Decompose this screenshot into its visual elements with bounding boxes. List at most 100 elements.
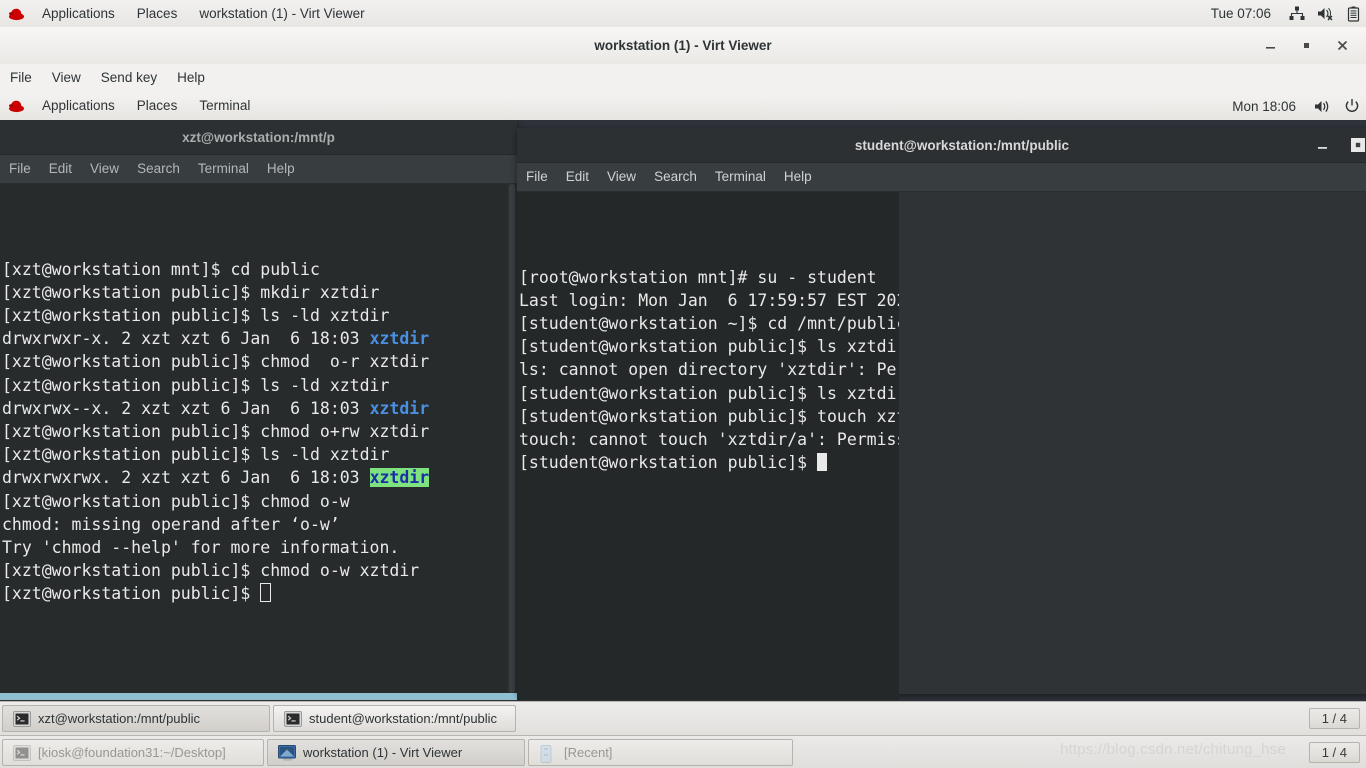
terminal-line: touch: cannot touch 'xztdir/a': Permissi… xyxy=(519,428,899,451)
guest-clock[interactable]: Mon 18:06 xyxy=(1220,99,1308,114)
taskbar-item[interactable]: student@workstation:/mnt/public xyxy=(273,705,516,732)
directory-name-highlighted: xztdir xyxy=(369,468,430,488)
term-left-menu-terminal[interactable]: Terminal xyxy=(189,155,258,183)
terminal-text: chmod: missing operand after ‘o-w’ xyxy=(2,514,340,534)
term-left-menu-view[interactable]: View xyxy=(81,155,128,183)
term-right-menu-view[interactable]: View xyxy=(598,163,645,191)
terminal-right-output[interactable]: [root@workstation mnt]# su - student Last… xyxy=(517,192,899,700)
terminal-line: [root@workstation mnt]# su - student xyxy=(519,266,899,289)
term-left-menu-help[interactable]: Help xyxy=(258,155,304,183)
guest-applications-menu[interactable]: Applications xyxy=(31,92,126,120)
term-right-menu-edit[interactable]: Edit xyxy=(557,163,598,191)
terminal-left-accent-bar xyxy=(0,693,517,700)
terminal-line: [xzt@workstation public]$ ls -ld xztdir xyxy=(2,374,517,397)
scrollbar-thumb[interactable] xyxy=(509,184,515,693)
volume-muted-icon[interactable] xyxy=(1311,6,1341,21)
term-right-menu-search[interactable]: Search xyxy=(645,163,706,191)
terminal-line: Try 'chmod --help' for more information. xyxy=(2,536,517,559)
terminal-right-titlebar[interactable]: student@workstation:/mnt/public xyxy=(517,128,1366,163)
term-right-menu-terminal[interactable]: Terminal xyxy=(706,163,775,191)
terminal-line: Last login: Mon Jan 6 17:59:57 EST 2020 … xyxy=(519,289,899,312)
terminal-line: [xzt@workstation public]$ xyxy=(2,582,517,605)
workspace-switcher[interactable]: 1 / 4 xyxy=(1308,742,1360,763)
terminal-text: [student@workstation public]$ ls xztdir xyxy=(519,383,899,403)
terminal-line: drwxrwxrwx. 2 xzt xzt 6 Jan 6 18:03 xztd… xyxy=(2,466,517,489)
terminal-line: [student@workstation public]$ ls xztdir xyxy=(519,335,899,358)
files-icon xyxy=(539,744,557,763)
host-window-title[interactable]: workstation (1) - Virt Viewer xyxy=(188,0,375,27)
taskbar-item[interactable]: xzt@workstation:/mnt/public xyxy=(2,705,270,732)
terminal-text: [xzt@workstation public]$ chmod o-w xztd… xyxy=(2,561,420,581)
terminal-text: [xzt@workstation public]$ xyxy=(2,584,261,604)
term-left-menu-search[interactable]: Search xyxy=(128,155,189,183)
minimize-icon[interactable] xyxy=(1262,38,1278,54)
taskbar-item-label: workstation (1) - Virt Viewer xyxy=(303,745,463,760)
vv-menu-help[interactable]: Help xyxy=(167,64,215,92)
term-right-menu-file[interactable]: File xyxy=(517,163,557,191)
vv-menu-file[interactable]: File xyxy=(0,64,42,92)
terminal-text: [xzt@workstation public]$ ls -ld xztdir xyxy=(2,375,390,395)
vv-menu-view[interactable]: View xyxy=(42,64,91,92)
terminal-right-menubar: File Edit View Search Terminal Help xyxy=(517,163,1366,192)
terminal-text: [student@workstation public]$ xyxy=(519,453,818,473)
minimize-icon[interactable] xyxy=(1315,138,1329,152)
terminal-text: [student@workstation ~]$ cd /mnt/public xyxy=(519,314,899,334)
terminal-text: [xzt@workstation public]$ chmod o+rw xzt… xyxy=(2,422,430,442)
terminal-cursor xyxy=(260,583,272,603)
taskbar-item-label: [Recent] xyxy=(564,745,613,760)
terminal-text: [root@workstation mnt]# su - student xyxy=(519,267,877,287)
terminal-line: [xzt@workstation public]$ chmod o-w xztd… xyxy=(2,559,517,582)
taskbar-item[interactable]: [Recent] xyxy=(528,739,793,766)
guest-taskbar: xzt@workstation:/mnt/public student@works… xyxy=(0,701,1366,735)
term-left-menu-file[interactable]: File xyxy=(0,155,40,183)
terminal-line: [student@workstation ~]$ cd /mnt/public xyxy=(519,312,899,335)
close-icon[interactable] xyxy=(1334,38,1350,54)
guest-places-menu[interactable]: Places xyxy=(126,92,189,120)
volume-icon[interactable] xyxy=(1308,99,1338,114)
terminal-right-title: student@workstation:/mnt/public xyxy=(854,137,1070,153)
virt-viewer-window-buttons xyxy=(1262,27,1358,64)
terminal-window-right[interactable]: student@workstation:/mnt/public File Edi… xyxy=(517,128,1366,700)
terminal-text: touch: cannot touch 'xztdir/a': Permissi… xyxy=(519,430,899,450)
terminal-line: chmod: missing operand after ‘o-w’ xyxy=(2,513,517,536)
terminal-window-left[interactable]: xzt@workstation:/mnt/p File Edit View Se… xyxy=(0,120,517,701)
terminal-text: drwxrwxrwx. 2 xzt xzt 6 Jan 6 18:03 xyxy=(2,468,370,488)
terminal-left-titlebar[interactable]: xzt@workstation:/mnt/p xyxy=(0,120,517,155)
terminal-left-scrollbar[interactable] xyxy=(507,184,517,693)
virt-viewer-title: workstation (1) - Virt Viewer xyxy=(594,38,772,53)
host-places-menu[interactable]: Places xyxy=(126,0,189,27)
terminal-line: [xzt@workstation public]$ chmod o-r xztd… xyxy=(2,350,517,373)
workspace-switcher[interactable]: 1 / 4 xyxy=(1308,708,1360,729)
redhat-icon xyxy=(8,7,25,21)
terminal-text: [xzt@workstation public]$ mkdir xztdir xyxy=(2,282,380,302)
terminal-text: drwxrwxr-x. 2 xzt xzt 6 Jan 6 18:03 xyxy=(2,329,370,349)
terminal-icon xyxy=(284,710,302,727)
terminal-left-output[interactable]: [xzt@workstation mnt]$ cd public [xzt@wor… xyxy=(0,184,517,693)
terminal-text: [student@workstation public]$ touch xztd… xyxy=(519,406,899,426)
terminal-text: [xzt@workstation public]$ chmod o-r xztd… xyxy=(2,352,430,372)
maximize-icon[interactable] xyxy=(1298,38,1314,54)
host-applications-menu[interactable]: Applications xyxy=(31,0,126,27)
power-icon[interactable] xyxy=(1338,98,1366,114)
battery-icon[interactable] xyxy=(1341,6,1366,22)
host-taskbar: [kiosk@foundation31:~/Desktop] workstatio… xyxy=(0,735,1366,768)
term-left-menu-edit[interactable]: Edit xyxy=(40,155,81,183)
maximize-icon[interactable] xyxy=(1351,138,1365,152)
vv-menu-send-key[interactable]: Send key xyxy=(91,64,167,92)
taskbar-item[interactable]: workstation (1) - Virt Viewer xyxy=(267,739,525,766)
host-clock[interactable]: Tue 07:06 xyxy=(1199,6,1283,21)
term-right-menu-help[interactable]: Help xyxy=(775,163,821,191)
terminal-line: [xzt@workstation mnt]$ cd public xyxy=(2,258,517,281)
taskbar-item[interactable]: [kiosk@foundation31:~/Desktop] xyxy=(2,739,264,766)
terminal-text: Try 'chmod --help' for more information. xyxy=(2,538,400,558)
guest-terminal-menu[interactable]: Terminal xyxy=(188,92,261,120)
virt-viewer-menubar: File View Send key Help xyxy=(0,64,1366,93)
taskbar-item-label: student@workstation:/mnt/public xyxy=(309,711,498,726)
virt-viewer-titlebar[interactable]: workstation (1) - Virt Viewer xyxy=(0,27,1366,65)
terminal-right-window-buttons xyxy=(1315,128,1366,162)
terminal-left-menubar: File Edit View Search Terminal Help xyxy=(0,155,517,184)
network-icon[interactable] xyxy=(1283,6,1311,21)
terminal-line: [xzt@workstation public]$ mkdir xztdir xyxy=(2,281,517,304)
taskbar-item-label: [kiosk@foundation31:~/Desktop] xyxy=(38,745,226,760)
terminal-text: [xzt@workstation public]$ ls -ld xztdir xyxy=(2,306,390,326)
